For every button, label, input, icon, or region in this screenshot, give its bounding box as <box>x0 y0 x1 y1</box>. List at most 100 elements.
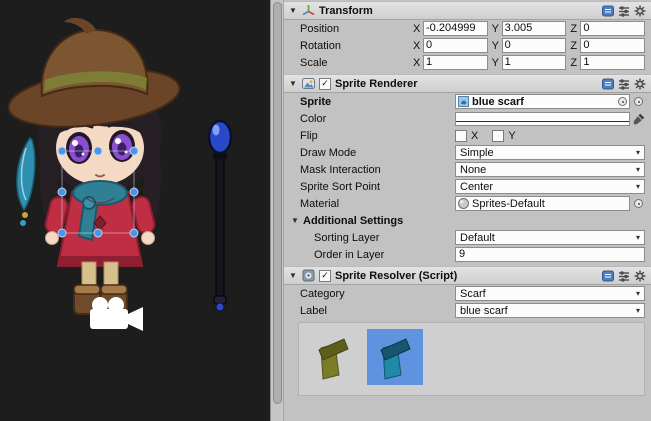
mask-interaction-row: Mask Interaction None ▾ <box>284 161 651 178</box>
sprite-thumb-icon <box>458 96 469 107</box>
sprite-resolver-header[interactable]: ▼ ✓ Sprite Resolver (Script) <box>284 266 651 285</box>
flip-y-label: Y <box>508 130 515 142</box>
rotation-y-field[interactable]: 0 <box>502 38 567 53</box>
category-dropdown[interactable]: Scarf ▾ <box>455 286 645 301</box>
color-swatch[interactable] <box>455 112 630 126</box>
sprite-resolver-icon <box>302 269 315 282</box>
foldout-icon[interactable]: ▼ <box>288 272 298 280</box>
additional-settings-foldout[interactable]: ▼ Additional Settings <box>284 212 651 229</box>
character-sprite[interactable] <box>5 18 182 314</box>
foldout-icon[interactable]: ▼ <box>288 80 298 88</box>
additional-settings-label: Additional Settings <box>303 215 403 227</box>
mask-interaction-dropdown[interactable]: None ▾ <box>455 162 645 177</box>
gear-icon[interactable] <box>634 78 646 90</box>
scale-row: Scale X1 Y1 Z1 <box>284 54 651 71</box>
component-enabled-checkbox[interactable]: ✓ <box>319 270 331 282</box>
sprite-sort-point-dropdown[interactable]: Center ▾ <box>455 179 645 194</box>
mask-interaction-label: Mask Interaction <box>300 164 453 176</box>
sprite-renderer-header[interactable]: ▼ ✓ Sprite Renderer <box>284 74 651 93</box>
position-z-field[interactable]: 0 <box>580 21 645 36</box>
transform-header[interactable]: ▼ Transform <box>284 1 651 20</box>
flip-row: Flip X Y <box>284 127 651 144</box>
flip-y-checkbox[interactable] <box>492 130 504 142</box>
component-title: Sprite Renderer <box>335 78 418 90</box>
eyedropper-icon[interactable] <box>632 113 645 125</box>
scene-canvas[interactable] <box>0 0 270 421</box>
position-label: Position <box>300 23 411 35</box>
axis-x-label: X <box>413 57 420 69</box>
sprite-renderer-icon <box>302 77 315 90</box>
axis-y-label: Y <box>492 23 499 35</box>
scale-z-field[interactable]: 1 <box>580 55 645 70</box>
axis-z-label: Z <box>570 40 577 52</box>
sorting-layer-dropdown[interactable]: Default ▾ <box>455 230 645 245</box>
sprite-picker-icon[interactable] <box>634 97 643 106</box>
preset-icon[interactable] <box>618 5 630 17</box>
color-label: Color <box>300 113 453 125</box>
scale-y-field[interactable]: 1 <box>502 55 567 70</box>
feather <box>17 138 35 226</box>
chevron-down-icon: ▾ <box>636 290 640 298</box>
scale-x-field[interactable]: 1 <box>423 55 488 70</box>
category-row: Category Scarf ▾ <box>284 285 651 302</box>
sprite-row: Sprite blue scarf <box>284 93 651 110</box>
scrollbar-thumb[interactable] <box>273 2 282 404</box>
help-icon[interactable] <box>602 5 614 17</box>
sprite-object-field[interactable]: blue scarf <box>455 94 630 109</box>
sorting-layer-label: Sorting Layer <box>314 232 453 244</box>
position-row: Position X-0.204999 Y3.005 Z0 <box>284 20 651 37</box>
position-y-field[interactable]: 3.005 <box>502 21 567 36</box>
axis-z-label: Z <box>570 57 577 69</box>
inspector-scrollbar[interactable] <box>270 0 284 421</box>
preset-icon[interactable] <box>618 270 630 282</box>
chevron-down-icon: ▾ <box>636 234 640 242</box>
flip-x-checkbox[interactable] <box>455 130 467 142</box>
gear-icon[interactable] <box>634 5 646 17</box>
chevron-down-icon: ▾ <box>636 166 640 174</box>
component-title: Transform <box>319 5 373 17</box>
chevron-down-icon: ▾ <box>636 183 640 191</box>
gear-icon[interactable] <box>634 270 646 282</box>
label-dropdown[interactable]: blue scarf ▾ <box>455 303 645 318</box>
staff-sprite[interactable] <box>209 121 231 311</box>
component-enabled-checkbox[interactable]: ✓ <box>319 78 331 90</box>
material-row: Material Sprites-Default <box>284 195 651 212</box>
scene-view[interactable] <box>0 0 270 421</box>
object-picker-icon[interactable] <box>618 97 627 106</box>
flip-label: Flip <box>300 130 453 142</box>
sprite-sort-point-label: Sprite Sort Point <box>300 181 453 193</box>
label-row: Label blue scarf ▾ <box>284 302 651 319</box>
help-icon[interactable] <box>602 78 614 90</box>
material-picker-icon[interactable] <box>634 199 643 208</box>
material-object-field[interactable]: Sprites-Default <box>455 196 630 211</box>
component-title: Sprite Resolver (Script) <box>335 270 457 282</box>
camera-gizmo-icon[interactable] <box>90 297 143 331</box>
preset-icon[interactable] <box>618 78 630 90</box>
chevron-down-icon: ▾ <box>636 307 640 315</box>
sprite-thumbnail-green-scarf[interactable] <box>305 329 361 385</box>
transform-icon <box>302 4 315 17</box>
flip-x-label: X <box>471 130 478 142</box>
axis-y-label: Y <box>492 57 499 69</box>
axis-z-label: Z <box>570 23 577 35</box>
sprite-label: Sprite <box>300 96 453 108</box>
material-value: Sprites-Default <box>472 198 627 210</box>
help-icon[interactable] <box>602 270 614 282</box>
draw-mode-dropdown[interactable]: Simple ▾ <box>455 145 645 160</box>
material-label: Material <box>300 198 453 210</box>
sprite-sort-point-row: Sprite Sort Point Center ▾ <box>284 178 651 195</box>
draw-mode-label: Draw Mode <box>300 147 453 159</box>
sprite-thumbnail-blue-scarf[interactable] <box>367 329 423 385</box>
rotation-x-field[interactable]: 0 <box>423 38 488 53</box>
rotation-z-field[interactable]: 0 <box>580 38 645 53</box>
axis-y-label: Y <box>492 40 499 52</box>
color-row: Color <box>284 110 651 127</box>
foldout-icon[interactable]: ▼ <box>290 217 300 225</box>
category-label: Category <box>300 288 453 300</box>
order-in-layer-field[interactable]: 9 <box>455 247 645 262</box>
foldout-icon[interactable]: ▼ <box>288 7 298 15</box>
sprite-selection-grid <box>298 322 645 396</box>
rotation-label: Rotation <box>300 40 411 52</box>
axis-x-label: X <box>413 23 420 35</box>
position-x-field[interactable]: -0.204999 <box>423 21 488 36</box>
